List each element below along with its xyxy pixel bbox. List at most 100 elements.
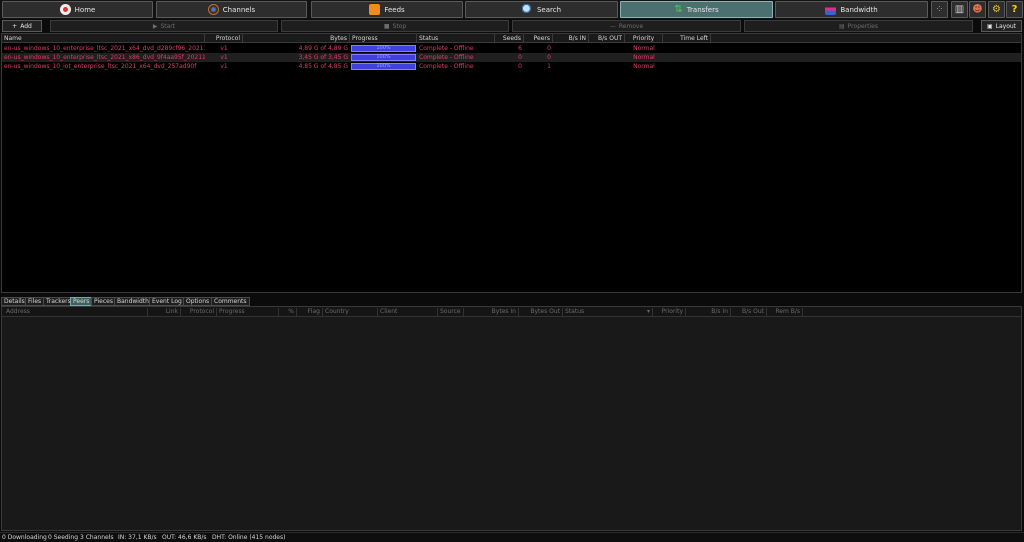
- col-status[interactable]: Status ▾: [563, 308, 653, 316]
- col-rem-bs[interactable]: Rem B/s: [767, 308, 803, 316]
- nav-search-button[interactable]: Search: [465, 1, 618, 18]
- col-bytes-in[interactable]: Bytes In: [464, 308, 519, 316]
- col-country[interactable]: Country: [323, 308, 378, 316]
- col-bs-in[interactable]: B/s IN: [553, 34, 589, 43]
- row-bs-out: [589, 53, 625, 62]
- tab-pieces[interactable]: Pieces: [91, 297, 116, 306]
- layout-button[interactable]: ▣ Layout: [981, 20, 1022, 32]
- play-icon: ▶: [152, 22, 158, 30]
- search-icon: [521, 4, 533, 15]
- nav-home-label: Home: [74, 5, 96, 14]
- row-protocol: v1: [220, 54, 228, 61]
- row-seeds: 0: [518, 63, 522, 70]
- row-status: Complete - Offline: [419, 63, 474, 70]
- col-client[interactable]: Client: [378, 308, 438, 316]
- statistics-icon[interactable]: ▥: [951, 1, 968, 18]
- row-time-left: [663, 53, 711, 62]
- minus-icon: —: [609, 22, 616, 30]
- nav-home-button[interactable]: Home: [2, 1, 153, 18]
- stop-button[interactable]: ■ Stop: [281, 20, 509, 32]
- row-bs-in: [553, 44, 589, 53]
- nav-bandwidth-button[interactable]: Bandwidth: [775, 1, 928, 18]
- col-source[interactable]: Source: [438, 308, 464, 316]
- col-bs-out[interactable]: B/s Out: [731, 308, 767, 316]
- col-priority[interactable]: Priority: [653, 308, 686, 316]
- col-bs-out[interactable]: B/s OUT: [589, 34, 625, 43]
- peers-table-header: Address Link Protocol Progress % Flag Co…: [2, 307, 1021, 317]
- row-priority: Normal: [633, 45, 655, 52]
- row-priority: Normal: [633, 63, 655, 70]
- col-address[interactable]: Address: [4, 308, 148, 316]
- col-progress[interactable]: Progress: [217, 308, 279, 316]
- status-outbound-rate: OUT: 46,6 KB/s: [162, 534, 207, 541]
- tab-peers[interactable]: Peers: [70, 297, 93, 306]
- start-button[interactable]: ▶ Start: [50, 20, 278, 32]
- settings-keys-icon[interactable]: ⚙: [988, 1, 1005, 18]
- row-status: Complete - Offline: [419, 54, 474, 61]
- help-icon[interactable]: ?: [1006, 1, 1023, 18]
- col-bytes-out[interactable]: Bytes Out: [519, 308, 563, 316]
- col-protocol[interactable]: Protocol: [205, 34, 243, 43]
- col-time-left[interactable]: Time Left: [663, 34, 711, 43]
- nav-feeds-label: Feeds: [384, 5, 405, 14]
- table-row[interactable]: en-us_windows_10_enterprise_ltsc_2021_x6…: [2, 44, 1021, 53]
- users-icon[interactable]: ☻: [969, 1, 986, 18]
- col-bs-in[interactable]: B/s In: [686, 308, 731, 316]
- add-button[interactable]: + Add: [2, 20, 42, 32]
- table-row[interactable]: en-us_windows_10_iot_enterprise_ltsc_202…: [2, 62, 1021, 71]
- col-protocol[interactable]: Protocol: [181, 308, 217, 316]
- row-name: en-us_windows_10_iot_enterprise_ltsc_202…: [4, 63, 197, 70]
- tab-comments[interactable]: Comments: [211, 297, 250, 306]
- tab-files[interactable]: Files: [25, 297, 45, 306]
- nav-channels-label: Channels: [222, 5, 256, 14]
- col-flag[interactable]: Flag: [297, 308, 323, 316]
- progress-bar: 100%: [351, 63, 416, 70]
- progress-bar: 100%: [351, 45, 416, 52]
- peers-table: Address Link Protocol Progress % Flag Co…: [1, 306, 1022, 531]
- row-name: en-us_windows_10_enterprise_ltsc_2021_x6…: [4, 45, 205, 52]
- status-dht: DHT: Online (415 nodes): [212, 534, 286, 541]
- status-inbound-rate: IN: 37,1 KB/s: [118, 534, 157, 541]
- tab-details[interactable]: Details: [1, 297, 28, 306]
- network-icon[interactable]: ⁘: [931, 1, 948, 18]
- transfers-table: Name Protocol Bytes Progress Status Seed…: [1, 33, 1022, 293]
- row-time-left: [663, 62, 711, 71]
- col-status[interactable]: Status: [417, 34, 495, 43]
- start-label: Start: [160, 22, 176, 30]
- row-priority: Normal: [633, 54, 655, 61]
- properties-label: Properties: [847, 22, 878, 30]
- col-priority[interactable]: Priority: [625, 34, 663, 43]
- remove-label: Remove: [618, 22, 644, 30]
- table-row[interactable]: en-us_windows_10_enterprise_ltsc_2021_x8…: [2, 53, 1021, 62]
- col-peers[interactable]: Peers: [524, 34, 553, 43]
- row-bs-out: [589, 44, 625, 53]
- col-name[interactable]: Name: [2, 34, 205, 43]
- properties-button[interactable]: ▤ Properties: [744, 20, 973, 32]
- transfer-toolbar: + Add ▶ Start ■ Stop — Remove ▤ Properti…: [0, 20, 1024, 32]
- home-icon: [59, 4, 71, 15]
- status-seeding: 0 Seeding: [48, 534, 79, 541]
- nav-transfers-button[interactable]: ⇅ Transfers: [620, 1, 773, 18]
- row-peers: 0: [547, 45, 551, 52]
- row-peers: 1: [547, 63, 551, 70]
- col-progress[interactable]: Progress: [350, 34, 417, 43]
- top-nav: Home Channels Feeds Search ⇅ Transfers B…: [0, 0, 1024, 19]
- col-status-label: Status: [565, 308, 585, 315]
- row-seeds: 0: [518, 54, 522, 61]
- remove-button[interactable]: — Remove: [512, 20, 741, 32]
- col-link[interactable]: Link: [148, 308, 181, 316]
- tab-event-log[interactable]: Event Log: [149, 297, 185, 306]
- add-label: Add: [20, 22, 32, 30]
- row-bs-out: [589, 62, 625, 71]
- col-percent[interactable]: %: [279, 308, 297, 316]
- col-seeds[interactable]: Seeds: [495, 34, 524, 43]
- row-bs-in: [553, 53, 589, 62]
- nav-feeds-button[interactable]: Feeds: [311, 1, 463, 18]
- tab-options[interactable]: Options: [183, 297, 213, 306]
- col-bytes[interactable]: Bytes: [243, 34, 350, 43]
- nav-channels-button[interactable]: Channels: [156, 1, 307, 18]
- tab-bandwidth[interactable]: Bandwidth: [114, 297, 152, 306]
- row-bytes: 4,85 G of 4,85 G: [298, 63, 348, 70]
- status-downloading: 0 Downloading: [2, 534, 47, 541]
- layout-label: Layout: [995, 22, 1017, 30]
